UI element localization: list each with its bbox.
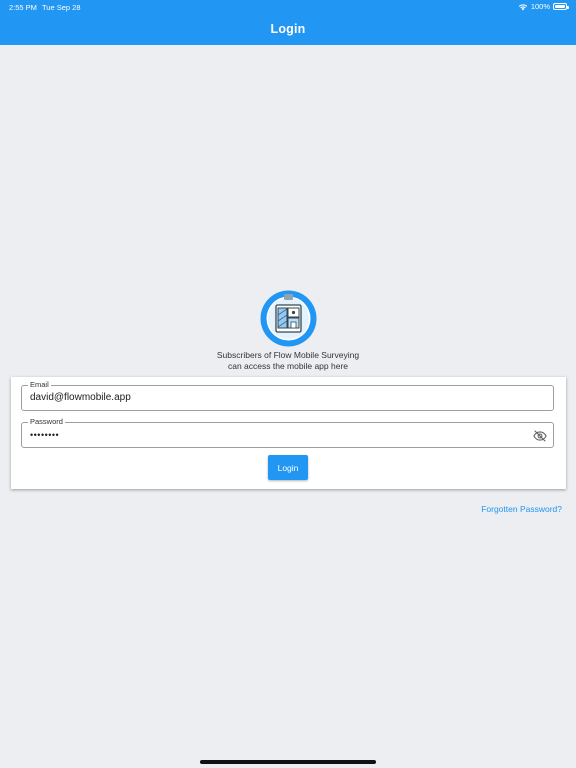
tagline: Subscribers of Flow Mobile Surveying can… [0, 350, 576, 371]
status-indicators: 100% [518, 2, 569, 11]
battery-icon [553, 3, 569, 10]
visibility-off-icon[interactable] [533, 429, 547, 443]
home-indicator [200, 760, 376, 764]
password-field[interactable]: Password [21, 417, 554, 448]
clipboard-floorplan-icon [260, 290, 317, 347]
tagline-line-2: can access the mobile app here [227, 360, 349, 371]
login-button[interactable]: Login [268, 455, 308, 480]
email-field[interactable]: Email [21, 380, 554, 411]
tagline-line-1: Subscribers of Flow Mobile Surveying [216, 350, 360, 360]
forgot-password-link[interactable]: Forgotten Password? [481, 504, 562, 514]
password-label: Password [28, 417, 65, 427]
page-title: Login [270, 22, 306, 36]
wifi-icon [518, 3, 528, 10]
login-card: Email Password Login [11, 377, 566, 489]
password-input[interactable] [30, 429, 523, 441]
battery-percentage: 100% [530, 2, 550, 11]
status-date: Tue Sep 28 [42, 3, 81, 12]
status-time: 2:55 PM [9, 3, 37, 12]
email-label: Email [28, 380, 51, 390]
app-bar: 2:55 PM Tue Sep 28 100% Login [0, 0, 576, 45]
status-bar: 2:55 PM Tue Sep 28 100% [0, 0, 576, 14]
email-input[interactable] [30, 392, 523, 404]
